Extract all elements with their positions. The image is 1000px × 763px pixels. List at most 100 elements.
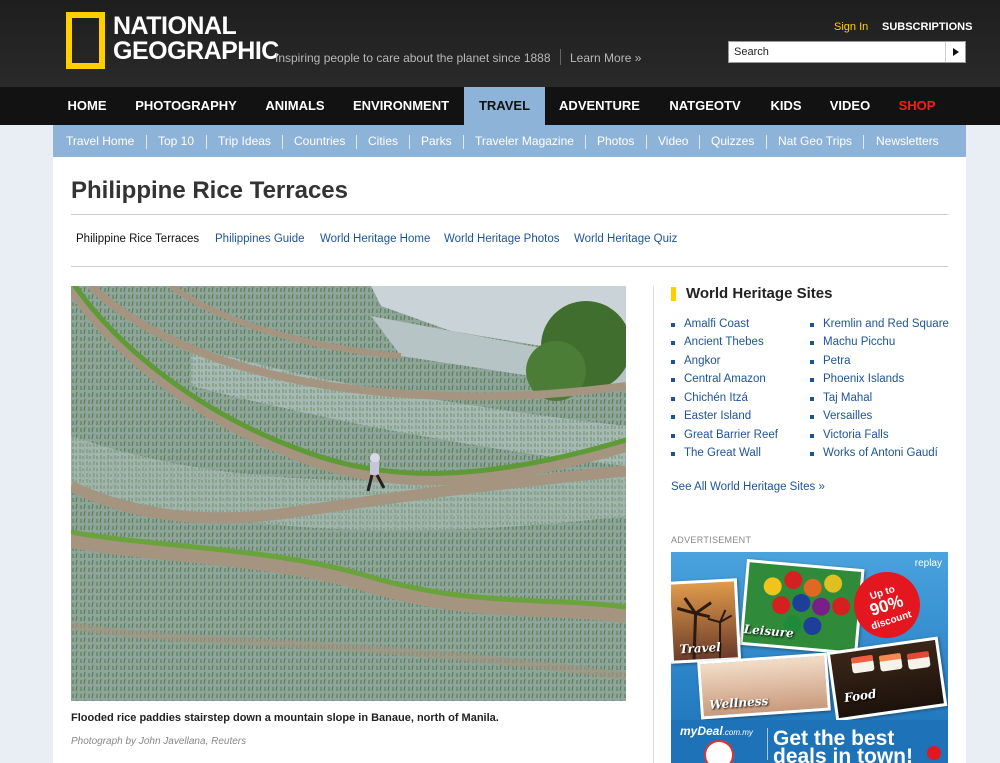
see-all-heritage-sites-link[interactable]: See All World Heritage Sites » xyxy=(671,481,825,493)
logo-yellow-border[interactable] xyxy=(66,12,105,69)
subnav-newsletters[interactable]: Newsletters xyxy=(876,125,939,157)
bullet-icon xyxy=(671,378,675,382)
subnav-photos[interactable]: Photos xyxy=(597,125,634,157)
bullet-icon xyxy=(810,434,814,438)
whs-link-amalfi-coast[interactable]: Amalfi Coast xyxy=(684,318,749,330)
subnav-parks[interactable]: Parks xyxy=(421,125,452,157)
column-divider xyxy=(653,286,654,763)
subnav-divider xyxy=(766,135,767,149)
tab-world-heritage-home[interactable]: World Heritage Home xyxy=(320,233,430,245)
nav-home[interactable]: HOME xyxy=(53,87,121,125)
subnav-trip-ideas[interactable]: Trip Ideas xyxy=(218,125,271,157)
ad-bottom-strip: myDeal.com.my Get the best deals in town… xyxy=(671,720,948,763)
bullet-icon xyxy=(671,397,675,401)
advertisement-label: ADVERTISEMENT xyxy=(671,535,752,545)
subnav-top-10[interactable]: Top 10 xyxy=(158,125,194,157)
photo-credit: Photograph by John Javellana, Reuters xyxy=(71,736,247,747)
advertisement-banner[interactable]: replay Leisure Travel Wellness Food Up t… xyxy=(671,552,948,763)
sign-in-link[interactable]: Sign In xyxy=(834,21,868,33)
billiard-balls-icon xyxy=(763,571,851,635)
learn-more-link[interactable]: Learn More » xyxy=(570,51,641,65)
nav-kids[interactable]: KIDS xyxy=(756,87,816,125)
whs-link-works-of-gaudi[interactable]: Works of Antoni Gaudí xyxy=(823,447,938,459)
subnav-nat-geo-trips[interactable]: Nat Geo Trips xyxy=(778,125,852,157)
bullet-icon xyxy=(671,434,675,438)
nav-animals[interactable]: ANIMALS xyxy=(251,87,339,125)
logo-line-1: NATIONAL xyxy=(113,12,237,40)
whs-link-versailles[interactable]: Versailles xyxy=(823,410,872,422)
tab-philippines-guide[interactable]: Philippines Guide xyxy=(215,233,305,245)
whs-link-ancient-thebes[interactable]: Ancient Thebes xyxy=(684,336,764,348)
divider xyxy=(71,214,948,215)
subnav-travel-home[interactable]: Travel Home xyxy=(66,125,134,157)
play-arrow-icon xyxy=(953,48,959,56)
whs-link-kremlin[interactable]: Kremlin and Red Square xyxy=(823,318,949,330)
nav-travel[interactable]: TRAVEL xyxy=(464,87,545,125)
whs-link-central-amazon[interactable]: Central Amazon xyxy=(684,373,766,385)
main-nav: HOME PHOTOGRAPHY ANIMALS ENVIRONMENT TRA… xyxy=(0,87,1000,125)
subnav-divider xyxy=(206,135,207,149)
subnav-divider xyxy=(463,135,464,149)
whs-link-petra[interactable]: Petra xyxy=(823,355,851,367)
whs-link-angkor[interactable]: Angkor xyxy=(684,355,720,367)
mydeal-logo-name: myDeal xyxy=(680,724,723,738)
whs-link-the-great-wall[interactable]: The Great Wall xyxy=(684,447,761,459)
search-submit-button[interactable] xyxy=(945,42,965,62)
subnav-divider xyxy=(356,135,357,149)
mascot-icon xyxy=(704,740,734,763)
divider xyxy=(71,266,948,267)
whs-link-taj-mahal[interactable]: Taj Mahal xyxy=(823,392,872,404)
ad-food-card: Food xyxy=(826,636,948,722)
subnav-divider xyxy=(699,135,700,149)
bullet-icon xyxy=(810,378,814,382)
whs-link-great-barrier-reef[interactable]: Great Barrier Reef xyxy=(684,429,778,441)
world-heritage-sites-heading: World Heritage Sites xyxy=(686,285,833,302)
whs-link-chichen-itza[interactable]: Chichén Itzá xyxy=(684,392,748,404)
photo-caption: Flooded rice paddies stairstep down a mo… xyxy=(71,712,499,724)
bullet-icon xyxy=(671,360,675,364)
tab-world-heritage-photos[interactable]: World Heritage Photos xyxy=(444,233,559,245)
ad-tagline: Get the best deals in town! xyxy=(773,727,914,763)
subscriptions-link[interactable]: SUBSCRIPTIONS xyxy=(882,21,972,33)
logo-wordmark[interactable]: NATIONAL GEOGRAPHIC xyxy=(113,14,279,64)
nav-video[interactable]: VIDEO xyxy=(816,87,884,125)
bullet-icon xyxy=(671,341,675,345)
nav-shop[interactable]: SHOP xyxy=(884,87,950,125)
bullet-icon xyxy=(810,452,814,456)
arrow-right-icon[interactable] xyxy=(927,746,941,760)
ad-label-travel: Travel xyxy=(679,640,722,657)
whs-link-victoria-falls[interactable]: Victoria Falls xyxy=(823,429,889,441)
tab-world-heritage-quiz[interactable]: World Heritage Quiz xyxy=(574,233,677,245)
whs-link-phoenix-islands[interactable]: Phoenix Islands xyxy=(823,373,904,385)
rice-terraces-photo[interactable] xyxy=(71,286,626,701)
bullet-icon xyxy=(671,323,675,327)
tab-philippine-rice-terraces[interactable]: Philippine Rice Terraces xyxy=(76,233,199,245)
bullet-icon xyxy=(810,360,814,364)
search-input[interactable] xyxy=(729,42,943,62)
subnav-divider xyxy=(585,135,586,149)
whs-link-machu-picchu[interactable]: Machu Picchu xyxy=(823,336,895,348)
bullet-icon xyxy=(810,323,814,327)
masthead: NATIONAL GEOGRAPHIC Inspiring people to … xyxy=(0,0,1000,87)
subnav-quizzes[interactable]: Quizzes xyxy=(711,125,754,157)
ad-replay-link[interactable]: replay xyxy=(915,558,942,569)
heading-accent-bar xyxy=(671,287,676,301)
nav-natgeotv[interactable]: NATGEOTV xyxy=(654,87,756,125)
logo-line-2: GEOGRAPHIC xyxy=(113,37,279,65)
subnav-cities[interactable]: Cities xyxy=(368,125,398,157)
tagline-divider xyxy=(560,49,561,65)
rice-terraces-illustration xyxy=(71,286,626,701)
nav-environment[interactable]: ENVIRONMENT xyxy=(339,87,463,125)
ad-divider xyxy=(767,728,768,760)
bullet-icon xyxy=(671,452,675,456)
nav-photography[interactable]: PHOTOGRAPHY xyxy=(121,87,251,125)
nav-adventure[interactable]: ADVENTURE xyxy=(545,87,654,125)
subnav-traveler-magazine[interactable]: Traveler Magazine xyxy=(475,125,574,157)
ad-label-wellness: Wellness xyxy=(708,693,769,712)
subnav-divider xyxy=(863,135,864,149)
mydeal-logo: myDeal.com.my xyxy=(680,724,753,738)
sushi-icon xyxy=(850,651,931,674)
subnav-video[interactable]: Video xyxy=(658,125,688,157)
whs-link-easter-island[interactable]: Easter Island xyxy=(684,410,751,422)
subnav-countries[interactable]: Countries xyxy=(294,125,345,157)
